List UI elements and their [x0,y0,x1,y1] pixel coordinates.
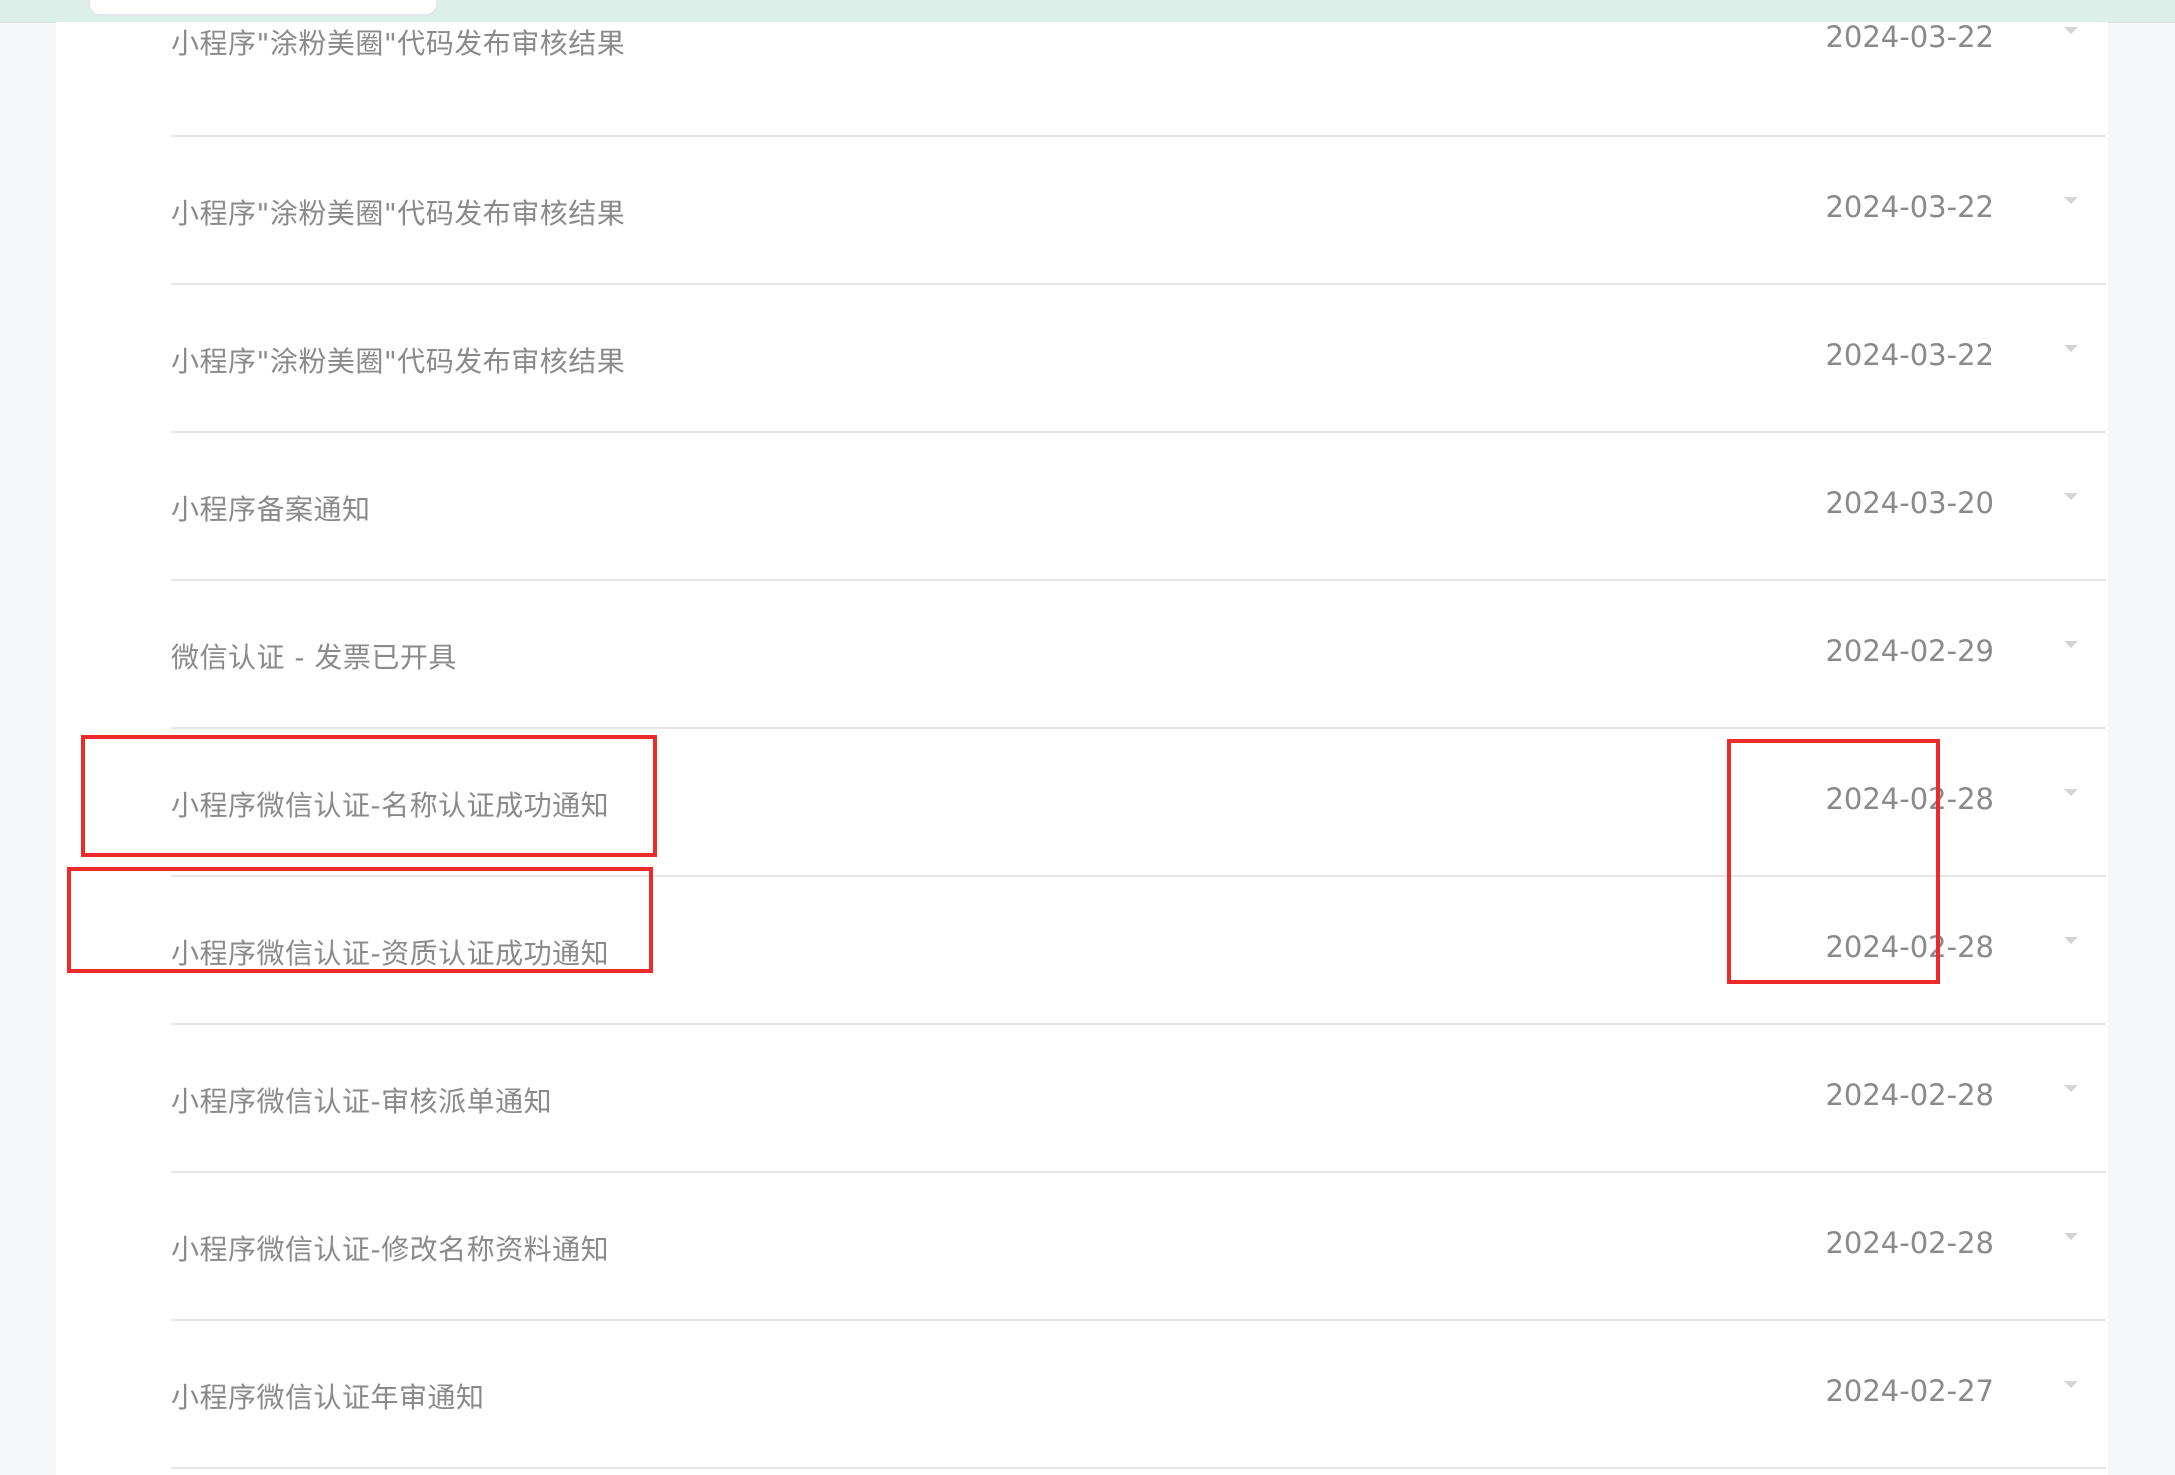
notification-date: 2024-02-27 [1825,1374,1994,1408]
notification-row[interactable]: 小程序"涂粉美圈"代码发布审核结果 2024-03-22 [171,137,2106,285]
caret-down-icon[interactable] [2064,27,2078,34]
notification-date: 2024-02-28 [1825,1078,1994,1112]
notification-row[interactable]: 小程序微信认证-审核派单通知 2024-02-28 [171,1025,2106,1173]
notification-title: 小程序微信认证-修改名称资料通知 [171,1233,610,1266]
notification-list: 小程序"涂粉美圈"代码发布审核结果 2024-03-22 小程序"涂粉美圈"代码… [171,20,2106,1469]
notification-row[interactable]: 小程序微信认证-资质认证成功通知 2024-02-28 [171,877,2106,1025]
notification-date: 2024-02-28 [1825,1226,1994,1260]
notification-title: 小程序备案通知 [171,493,371,526]
caret-down-icon[interactable] [2064,789,2078,796]
notification-title: 微信认证 - 发票已开具 [171,641,457,674]
notification-row[interactable]: 小程序备案通知 2024-03-20 [171,433,2106,581]
notification-panel: 小程序"涂粉美圈"代码发布审核结果 2024-03-22 小程序"涂粉美圈"代码… [56,20,2108,1475]
notification-row[interactable]: 微信认证 - 发票已开具 2024-02-29 [171,581,2106,729]
caret-down-icon[interactable] [2064,197,2078,204]
notification-title: 小程序微信认证-资质认证成功通知 [171,937,610,970]
notification-row[interactable]: 小程序微信认证-修改名称资料通知 2024-02-28 [171,1173,2106,1321]
notification-title: 小程序"涂粉美圈"代码发布审核结果 [171,27,626,60]
notification-date: 2024-02-29 [1825,634,1994,668]
notification-date: 2024-03-22 [1825,338,1994,372]
notification-row[interactable]: 小程序"涂粉美圈"代码发布审核结果 2024-03-22 [171,285,2106,433]
caret-down-icon[interactable] [2064,345,2078,352]
notification-date: 2024-03-20 [1825,486,1994,520]
notification-date: 2024-03-22 [1825,190,1994,224]
notification-row[interactable]: 小程序微信认证年审通知 2024-02-27 [171,1321,2106,1469]
notification-date: 2024-02-28 [1825,782,1994,816]
notification-date: 2024-02-28 [1825,930,1994,964]
notification-title: 小程序微信认证年审通知 [171,1381,485,1414]
notification-title: 小程序"涂粉美圈"代码发布审核结果 [171,197,626,230]
caret-down-icon[interactable] [2064,1233,2078,1240]
notification-row[interactable]: 小程序微信认证-名称认证成功通知 2024-02-28 [171,729,2106,877]
caret-down-icon[interactable] [2064,1381,2078,1388]
top-tab[interactable] [88,0,438,16]
notification-title: 小程序"涂粉美圈"代码发布审核结果 [171,345,626,378]
caret-down-icon[interactable] [2064,937,2078,944]
caret-down-icon[interactable] [2064,641,2078,648]
notification-title: 小程序微信认证-审核派单通知 [171,1085,553,1118]
notification-row[interactable]: 小程序"涂粉美圈"代码发布审核结果 2024-03-22 [171,20,2106,137]
notification-date: 2024-03-22 [1825,20,1994,54]
caret-down-icon[interactable] [2064,493,2078,500]
notification-title: 小程序微信认证-名称认证成功通知 [171,789,610,822]
caret-down-icon[interactable] [2064,1085,2078,1092]
